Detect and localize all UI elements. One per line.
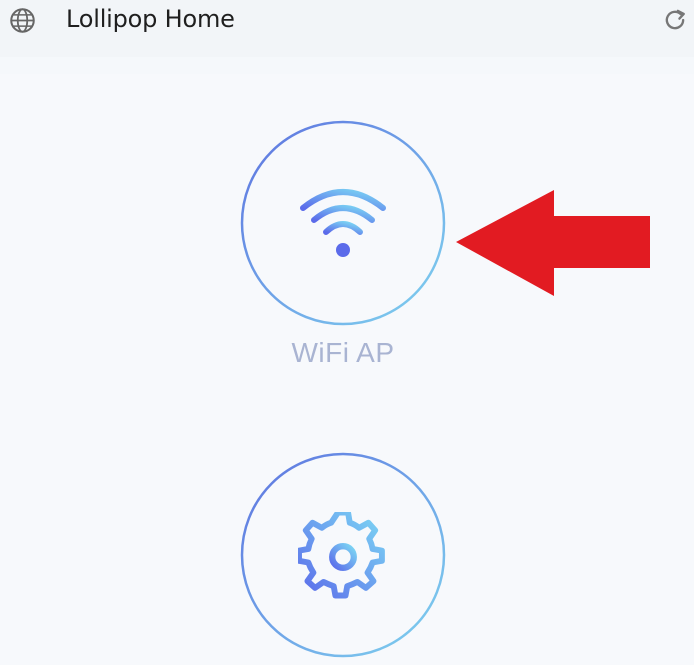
wifi-icon xyxy=(300,189,386,257)
page-title: Lollipop Home xyxy=(66,5,235,33)
top-bar: Lollipop Home xyxy=(0,0,694,57)
wifi-ap-button[interactable] xyxy=(240,120,446,326)
globe-icon[interactable] xyxy=(9,7,36,34)
wifi-ap-label: WiFi AP xyxy=(291,337,395,368)
refresh-icon[interactable] xyxy=(661,6,689,34)
red-arrow-icon xyxy=(456,190,650,296)
gear-icon xyxy=(298,512,385,599)
settings-button[interactable] xyxy=(240,452,446,658)
app-window: Lollipop Home WiFi AP xyxy=(0,0,694,665)
